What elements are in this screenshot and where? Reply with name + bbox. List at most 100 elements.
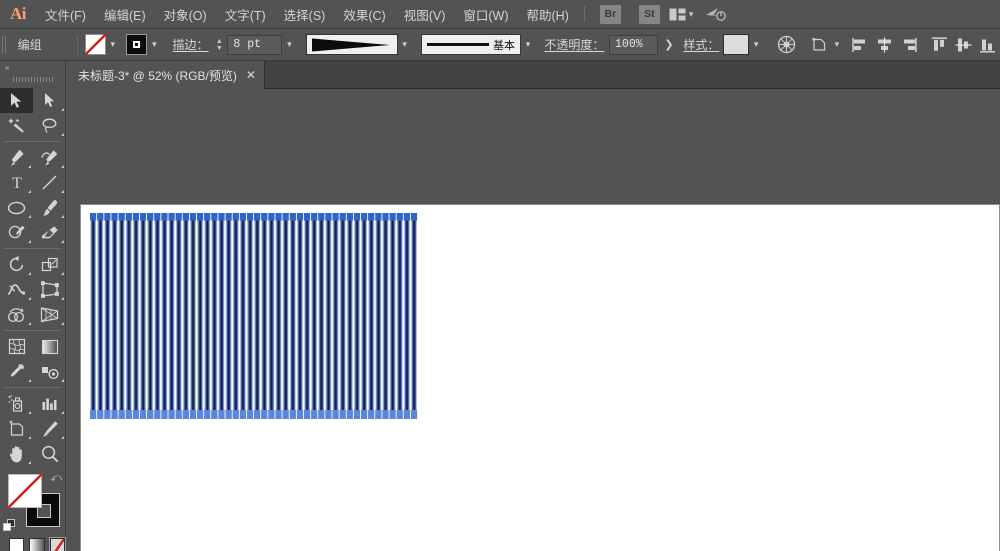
paintbrush-tool[interactable]	[33, 195, 66, 220]
tool-flyout-indicator	[28, 272, 31, 275]
stroke-weight-stepper[interactable]: ▲▼	[214, 35, 224, 55]
mesh-tool[interactable]	[0, 334, 33, 359]
zoom-tool[interactable]	[33, 441, 66, 466]
hand-tool[interactable]	[0, 441, 33, 466]
bridge-button[interactable]: Br	[600, 5, 621, 24]
tool-flyout-indicator	[61, 379, 64, 382]
tool-flyout-indicator	[61, 133, 64, 136]
artboard-tool[interactable]	[0, 416, 33, 441]
lasso-tool[interactable]	[33, 113, 66, 138]
fill-color-swatch[interactable]	[8, 474, 42, 508]
menu-window[interactable]: 窗口(W)	[454, 0, 517, 29]
fill-stroke-indicator: ⤺	[0, 472, 66, 534]
close-icon[interactable]: ✕	[246, 69, 256, 81]
align-horizontal-center-icon[interactable]	[872, 33, 896, 57]
tool-divider	[4, 141, 62, 142]
gradient-mode-button[interactable]	[29, 538, 44, 551]
style-chevron-down-icon[interactable]: ▾	[749, 34, 763, 55]
pen-tool[interactable]	[0, 145, 33, 170]
perspective-grid-tool[interactable]	[33, 302, 66, 327]
brush-definition-dropdown[interactable]: 基本	[421, 34, 521, 55]
document-tab-bar: 未标题-3* @ 52% (RGB/预览) ✕	[0, 61, 1000, 89]
swap-fill-stroke-icon[interactable]: ⤺	[50, 472, 62, 485]
gradient-tool[interactable]	[33, 334, 66, 359]
magic-wand-tool[interactable]	[0, 113, 33, 138]
app-logo: Ai	[0, 0, 36, 29]
opacity-input[interactable]: 100%	[609, 35, 658, 55]
symbol-sprayer-tool[interactable]	[0, 391, 33, 416]
transform-icon[interactable]	[808, 33, 832, 57]
arrange-documents-icon[interactable]: ▾	[669, 0, 694, 29]
tool-divider	[4, 248, 62, 249]
menu-divider	[584, 6, 585, 22]
tool-flyout-indicator	[28, 436, 31, 439]
rotate-tool[interactable]	[0, 252, 33, 277]
column-graph-tool[interactable]	[33, 391, 66, 416]
menu-effect[interactable]: 效果(C)	[334, 0, 394, 29]
document-tab[interactable]: 未标题-3* @ 52% (RGB/预览) ✕	[66, 61, 265, 89]
shape-builder-tool[interactable]	[0, 302, 33, 327]
default-fill-stroke-icon[interactable]	[3, 519, 16, 532]
color-mode-button[interactable]	[9, 538, 24, 551]
artwork-stripes-svg	[90, 213, 418, 419]
slice-tool[interactable]	[33, 416, 66, 441]
control-bar-grip[interactable]	[2, 36, 8, 54]
type-tool[interactable]: T	[0, 170, 33, 195]
eraser-tool[interactable]	[33, 220, 66, 245]
workspace-switcher-icon[interactable]	[705, 0, 726, 29]
curvature-tool[interactable]	[33, 145, 66, 170]
tools-panel-grip[interactable]	[13, 74, 53, 84]
canvas-area[interactable]	[66, 89, 1000, 551]
free-transform-tool[interactable]	[33, 277, 66, 302]
align-bottom-icon[interactable]	[976, 33, 1000, 57]
collapse-panel-button[interactable]: «	[0, 61, 65, 74]
tool-flyout-indicator	[61, 190, 64, 193]
recolor-artwork-icon[interactable]	[774, 33, 798, 57]
ellipse-tool[interactable]	[0, 195, 33, 220]
align-top-icon[interactable]	[928, 33, 952, 57]
tool-flyout-indicator	[28, 411, 31, 414]
width-profile-dropdown[interactable]	[306, 34, 398, 55]
align-left-icon[interactable]	[848, 33, 872, 57]
control-bar: 编组 ▾ ▾ 描边： ▲▼ 8 pt ▾ ▾ 基本 ▾ 不透明度： 100	[0, 29, 1000, 61]
width-tool[interactable]	[0, 277, 33, 302]
menu-select[interactable]: 选择(S)	[275, 0, 335, 29]
stroke-swatch-button[interactable]	[126, 34, 147, 55]
tool-divider	[4, 387, 62, 388]
fill-swatch-button[interactable]	[85, 34, 106, 55]
tool-flyout-indicator	[61, 411, 64, 414]
line-segment-tool[interactable]	[33, 170, 66, 195]
menu-file[interactable]: 文件(F)	[36, 0, 95, 29]
opacity-expand-icon[interactable]: ❯	[658, 38, 679, 51]
direct-selection-tool[interactable]	[33, 88, 66, 113]
scale-tool[interactable]	[33, 252, 66, 277]
width-profile-chevron-down-icon[interactable]: ▾	[398, 34, 412, 55]
selection-tool[interactable]	[0, 88, 33, 113]
transform-chevron-down-icon[interactable]: ▾	[835, 39, 840, 50]
stroke-weight-chevron-down-icon[interactable]: ▾	[282, 34, 296, 55]
align-right-icon[interactable]	[896, 33, 920, 57]
eyedropper-tool[interactable]	[0, 359, 33, 384]
none-mode-button[interactable]	[50, 538, 65, 551]
artwork-blend-object[interactable]	[90, 213, 418, 419]
stroke-chevron-down-icon[interactable]: ▾	[147, 34, 161, 55]
tool-flyout-indicator	[61, 240, 64, 243]
stock-button[interactable]: St	[639, 5, 660, 24]
menu-type[interactable]: 文字(T)	[216, 0, 275, 29]
tool-flyout-indicator	[28, 165, 31, 168]
menu-help[interactable]: 帮助(H)	[518, 0, 578, 29]
shaper-tool[interactable]	[0, 220, 33, 245]
align-vertical-center-icon[interactable]	[952, 33, 976, 57]
blend-tool[interactable]	[33, 359, 66, 384]
stroke-weight-input[interactable]: 8 pt	[227, 35, 282, 55]
menu-edit[interactable]: 编辑(E)	[95, 0, 155, 29]
graphic-style-swatch[interactable]	[723, 34, 749, 55]
menu-view[interactable]: 视图(V)	[395, 0, 455, 29]
brush-chevron-down-icon[interactable]: ▾	[521, 34, 535, 55]
style-label: 样式：	[683, 36, 719, 53]
tool-flyout-indicator	[28, 240, 31, 243]
tool-flyout-indicator	[61, 108, 64, 111]
tool-flyout-indicator	[61, 165, 64, 168]
fill-chevron-down-icon[interactable]: ▾	[106, 34, 120, 55]
menu-object[interactable]: 对象(O)	[155, 0, 216, 29]
